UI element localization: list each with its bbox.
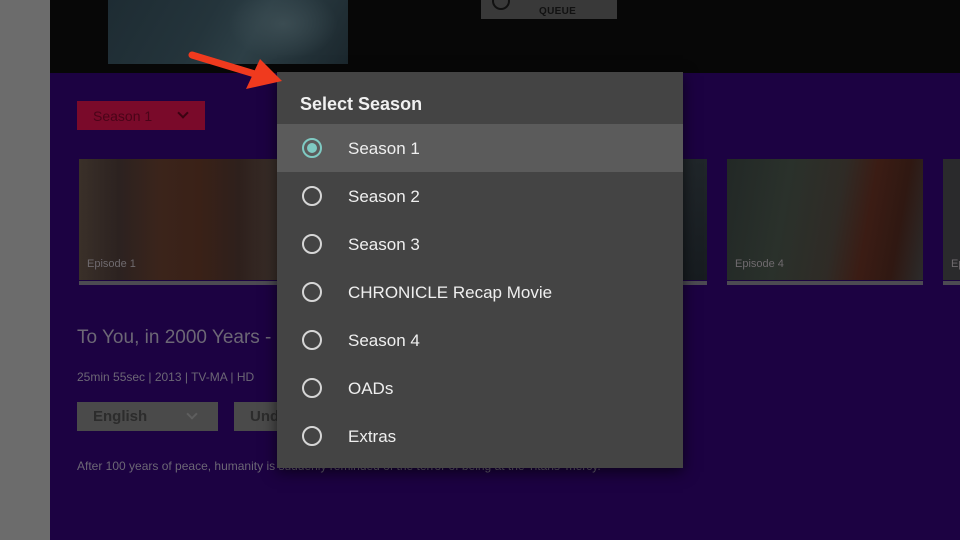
radio-unchecked-icon[interactable] [302,234,322,254]
season-option-label: Season 3 [348,235,420,254]
episode-label: Episode 4 [735,258,784,270]
season-dropdown-label: Season 1 [93,107,153,124]
season-option-label: OADs [348,379,394,398]
episode-card[interactable]: Episode 4 [727,159,923,285]
episode-meta: 25min 55sec | 2013 | TV-MA | HD [77,370,255,384]
annotation-arrow-icon [188,51,282,89]
episode-progress-bar [727,281,923,285]
season-option-label: Season 2 [348,187,420,206]
dialog-title: Select Season [300,94,423,114]
radio-unchecked-icon[interactable] [302,330,322,350]
audio-language-dropdown[interactable]: English [77,402,218,431]
episode-thumbnail [683,159,707,280]
episode-label: Episode 1 [87,258,136,270]
episode-card[interactable]: Ep [943,159,960,285]
app-screen: QUEUE Season 1 Episode 1 Episode 4 Ep To… [0,0,960,540]
season-option[interactable]: Season 3 [277,220,683,268]
season-option-label: CHRONICLE Recap Movie [348,283,553,302]
left-gutter [0,0,50,540]
season-option-label: Extras [348,427,397,446]
subtitle-language-label: Und [250,408,280,425]
select-season-dialog: Select Season Season 1 Season 2 Season 3 CH… [277,72,683,468]
radio-unchecked-icon[interactable] [302,282,322,302]
episode-progress-bar [79,281,279,285]
episode-card[interactable] [683,159,707,285]
episode-progress-bar [683,281,707,285]
season-option-label: Season 1 [348,139,420,158]
season-option[interactable]: Extras [277,412,683,460]
episode-card[interactable]: Episode 1 [79,159,279,285]
episode-title: To You, in 2000 Years - [77,327,272,348]
audio-language-label: English [93,408,148,425]
episode-label: Ep [951,258,960,270]
chevron-down-icon [177,107,189,119]
season-option-label: Season 4 [348,331,420,350]
radio-unchecked-icon[interactable] [302,426,322,446]
radio-checked-icon[interactable] [302,138,322,158]
season-option[interactable]: Season 4 [277,316,683,364]
season-option[interactable]: CHRONICLE Recap Movie [277,268,683,316]
radio-unchecked-icon[interactable] [302,378,322,398]
chevron-down-icon [186,408,198,420]
season-option[interactable]: OADs [277,364,683,412]
season-option[interactable]: Season 1 [277,124,683,172]
radio-unchecked-icon[interactable] [302,186,322,206]
season-option[interactable]: Season 2 [277,172,683,220]
add-to-queue-button[interactable]: QUEUE [481,0,617,19]
episode-progress-bar [943,281,960,285]
add-queue-icon [492,0,510,10]
season-dropdown[interactable]: Season 1 [77,101,205,130]
queue-label: QUEUE [539,5,577,17]
